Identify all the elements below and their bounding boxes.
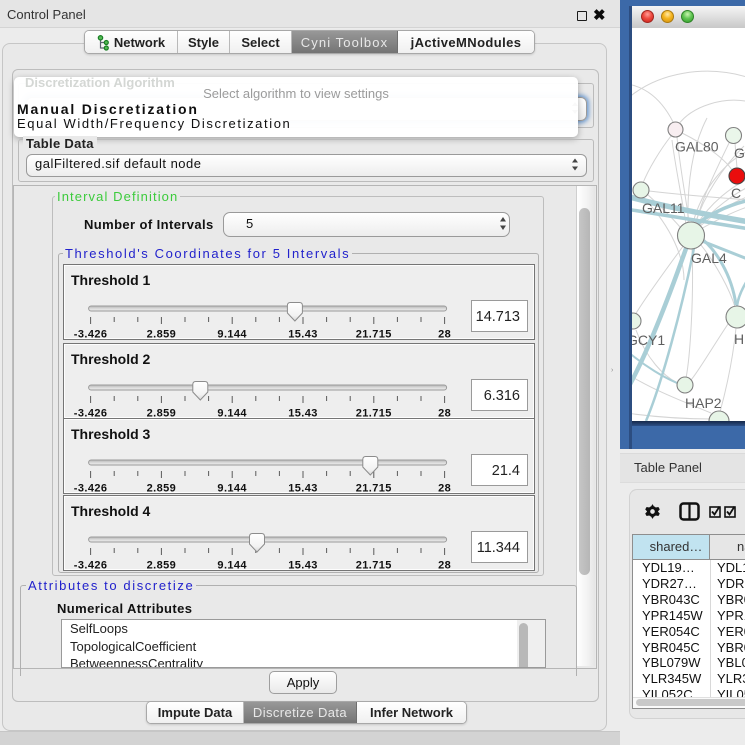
svg-text:9.144: 9.144 (217, 408, 247, 419)
svg-text:15.43: 15.43 (288, 560, 318, 571)
svg-text:GAL4: GAL4 (691, 250, 727, 266)
svg-text:GAL80: GAL80 (675, 139, 719, 155)
svg-text:GCY1: GCY1 (632, 332, 665, 348)
svg-text:2.859: 2.859 (147, 560, 177, 571)
svg-text:15.43: 15.43 (288, 408, 318, 419)
svg-text:15.43: 15.43 (288, 329, 318, 340)
svg-text:-3.426: -3.426 (74, 483, 108, 494)
svg-text:-3.426: -3.426 (74, 408, 108, 419)
svg-text:21.715: 21.715 (356, 483, 392, 494)
svg-text:21.715: 21.715 (356, 329, 392, 340)
svg-text:28: 28 (438, 483, 451, 494)
svg-text:28: 28 (438, 408, 451, 419)
svg-text:9.144: 9.144 (217, 483, 247, 494)
svg-text:2.859: 2.859 (147, 408, 177, 419)
svg-text:2.859: 2.859 (147, 483, 177, 494)
svg-text:15.43: 15.43 (288, 483, 318, 494)
svg-text:21.715: 21.715 (356, 560, 392, 571)
svg-text:21.715: 21.715 (356, 408, 392, 419)
svg-text:GAL11: GAL11 (642, 200, 685, 216)
svg-text:28: 28 (438, 560, 451, 571)
svg-text:9.144: 9.144 (217, 329, 247, 340)
svg-text:H: H (734, 331, 744, 347)
svg-text:C: C (731, 185, 741, 201)
svg-text:HAP2: HAP2 (685, 395, 722, 411)
svg-text:2.859: 2.859 (147, 329, 177, 340)
svg-text:9.144: 9.144 (217, 560, 247, 571)
svg-text:-3.426: -3.426 (74, 560, 108, 571)
svg-text:G.: G. (734, 145, 745, 161)
svg-text:-3.426: -3.426 (74, 329, 108, 340)
svg-text:28: 28 (438, 329, 451, 340)
